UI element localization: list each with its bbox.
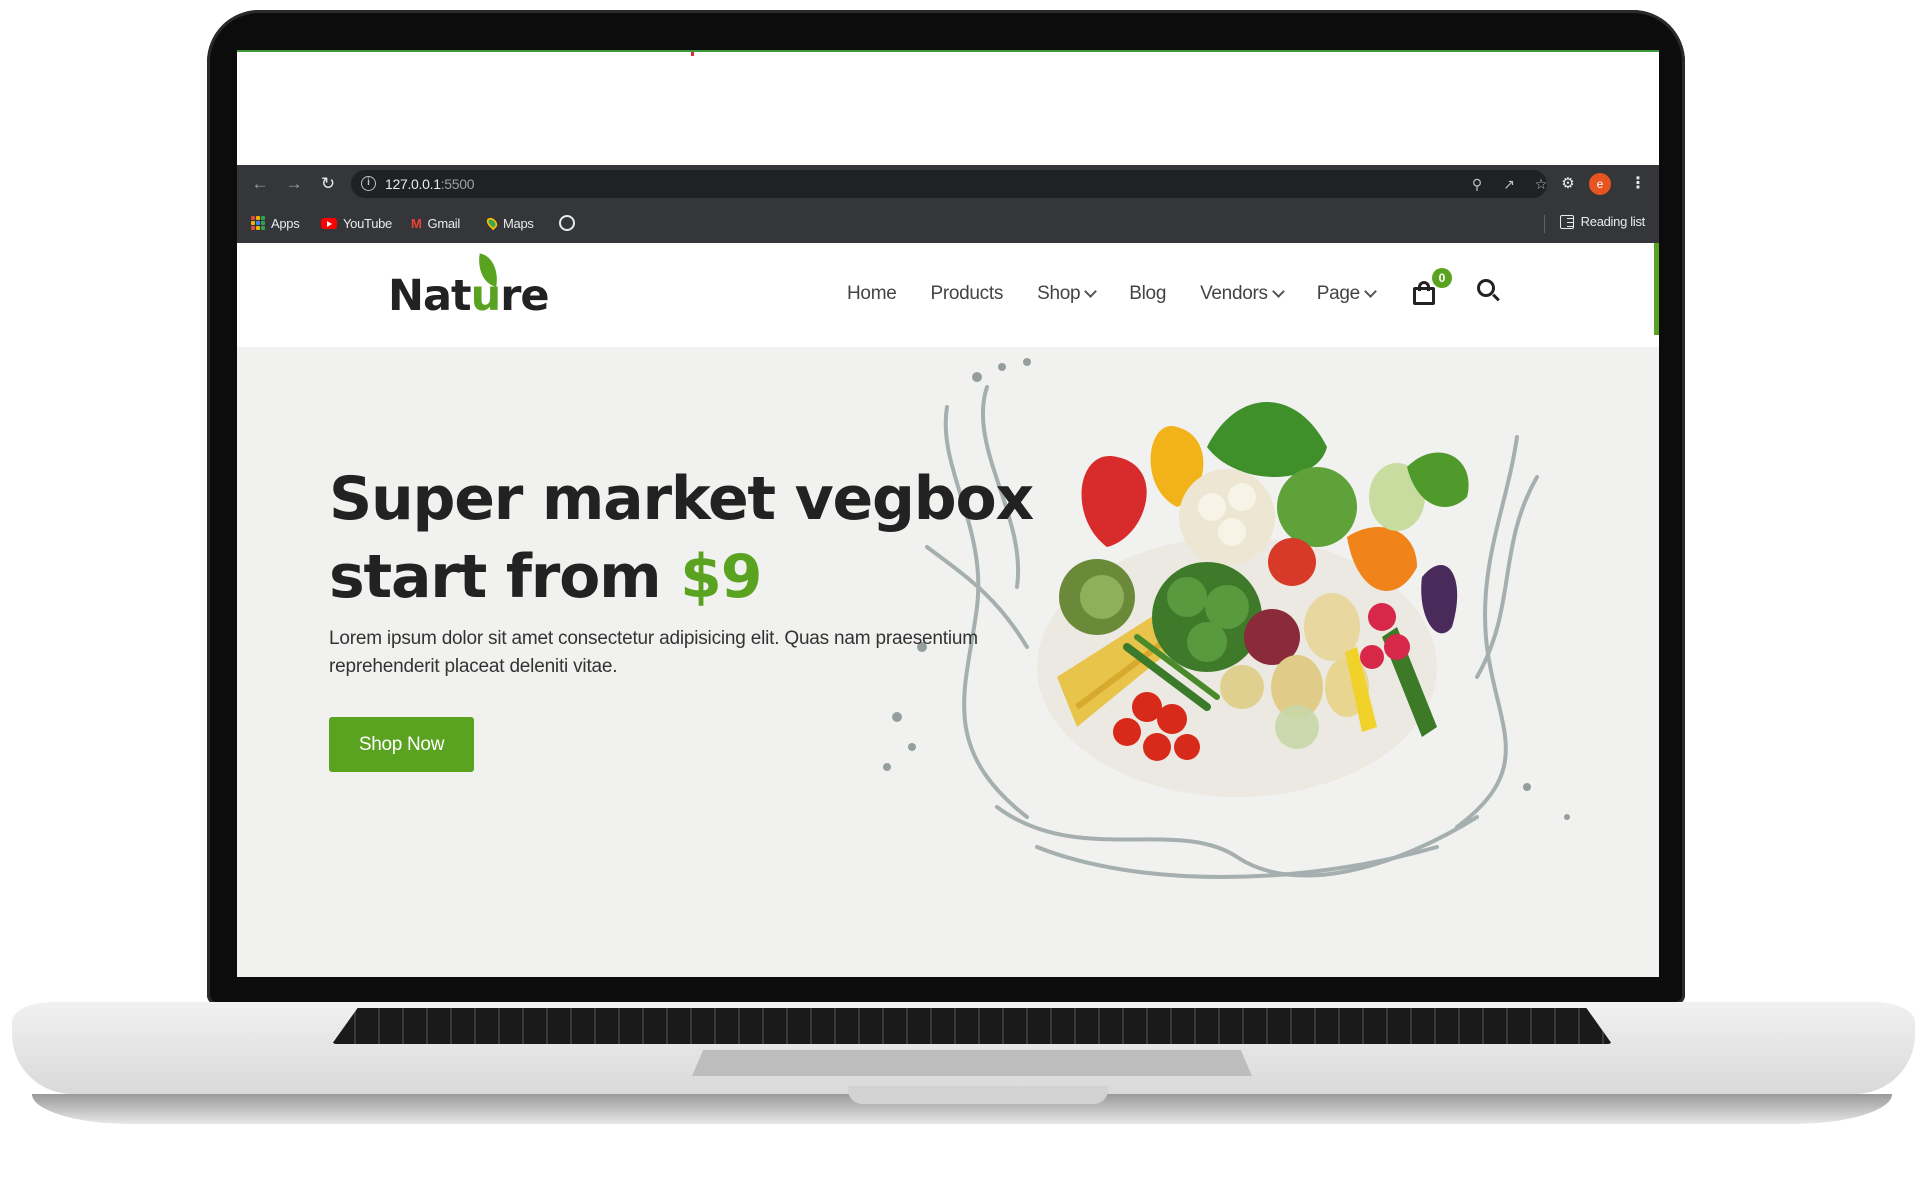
bookmark-apps[interactable]: Apps: [251, 214, 300, 232]
reload-icon[interactable]: ↻: [317, 173, 339, 195]
bookmark-star-icon[interactable]: ☆: [1531, 174, 1551, 194]
trackpad-edge: [692, 1050, 1252, 1076]
bookmarks-divider: [1544, 215, 1545, 233]
cart-count-badge: 0: [1432, 268, 1452, 288]
logo-text-highlight: u: [470, 271, 502, 321]
bookmark-label: Maps: [503, 215, 534, 231]
hero-headline-text: start from: [329, 542, 681, 612]
bookmark-maps[interactable]: Maps: [484, 214, 534, 232]
bag-body: [1413, 287, 1435, 305]
hero-headline-line2: start from $9: [329, 538, 1033, 616]
site-header: Nature Home Products Shop Blog Vendors P…: [237, 243, 1659, 347]
browser-toolbar: ← → ↻ i 127.0.0.1:5500 ⚲ ↗ ☆ ⚙ e ⋮: [237, 165, 1659, 203]
laptop-screen: ← → ↻ i 127.0.0.1:5500 ⚲ ↗ ☆ ⚙ e ⋮ Apps: [237, 50, 1659, 977]
red-dot: [691, 52, 694, 56]
maps-pin-icon: [484, 215, 500, 231]
youtube-icon: [321, 217, 337, 229]
bookmark-globe[interactable]: [559, 214, 575, 232]
hero-price: $9: [680, 542, 762, 612]
chevron-down-icon: [1084, 284, 1098, 298]
reading-list-icon: [1559, 214, 1574, 229]
hero-section: Super market vegbox start from $9 Lorem …: [237, 347, 1659, 977]
share-icon[interactable]: ↗: [1499, 174, 1519, 194]
chevron-down-icon: [1271, 284, 1285, 298]
browser-chrome: ← → ↻ i 127.0.0.1:5500 ⚲ ↗ ☆ ⚙ e ⋮ Apps: [237, 165, 1659, 243]
laptop-base: [12, 1002, 1915, 1134]
logo-text-end: re: [500, 271, 549, 321]
hero-description: Lorem ipsum dolor sit amet consectetur a…: [329, 628, 978, 677]
nav-page[interactable]: Page: [1316, 283, 1377, 305]
nav-label: Blog: [1129, 283, 1167, 304]
nav-blog[interactable]: Blog: [1129, 283, 1166, 305]
browser-menu-icon[interactable]: ⋮: [1630, 173, 1646, 195]
gmail-icon: M: [411, 215, 422, 231]
nav-products[interactable]: Products: [930, 283, 1003, 305]
logo-text-start: Nat: [388, 271, 472, 321]
nav-home[interactable]: Home: [847, 283, 897, 305]
forward-arrow-icon[interactable]: →: [283, 173, 305, 195]
bookmarks-bar: Apps YouTube M Gmail Maps Reading list: [237, 205, 1659, 241]
hero-headline: Super market vegbox start from $9: [329, 460, 1034, 616]
apps-grid-icon: [251, 216, 265, 230]
nav-vendors[interactable]: Vendors: [1200, 283, 1285, 305]
nav-label: Shop: [1037, 283, 1081, 304]
nav-label: Products: [930, 283, 1004, 304]
shopping-bag-icon[interactable]: [1413, 281, 1435, 305]
nav-label: Vendors: [1200, 283, 1268, 304]
nav-label: Home: [847, 283, 897, 304]
nav-label: Page: [1316, 283, 1360, 304]
profile-avatar[interactable]: e: [1589, 173, 1611, 195]
bookmark-label: Gmail: [427, 215, 461, 231]
back-arrow-icon[interactable]: ←: [249, 173, 271, 195]
search-icon[interactable]: [1477, 279, 1501, 305]
globe-icon: [559, 215, 575, 231]
site-info-icon[interactable]: i: [361, 176, 376, 191]
lid-notch: [848, 1086, 1108, 1104]
hero-headline-line1: Super market vegbox: [329, 464, 1034, 534]
url-port: :5500: [440, 176, 475, 192]
page-scrollbar[interactable]: [1654, 243, 1659, 335]
extensions-puzzle-icon[interactable]: ⚙: [1558, 174, 1578, 194]
bookmark-youtube[interactable]: YouTube: [321, 214, 392, 232]
main-nav: Home Products Shop Blog Vendors Page: [847, 283, 1409, 305]
bookmark-label: YouTube: [343, 215, 392, 231]
chevron-down-icon: [1364, 284, 1377, 298]
keyboard: [332, 1008, 1612, 1044]
url-host: 127.0.0.1: [385, 176, 441, 192]
reading-list-label: Reading list: [1580, 214, 1646, 229]
nav-shop[interactable]: Shop: [1037, 283, 1098, 305]
url-text[interactable]: 127.0.0.1:5500: [385, 176, 475, 192]
search-handle: [1492, 293, 1500, 302]
page-load-line: [237, 50, 1659, 52]
site-logo[interactable]: Nature: [388, 271, 550, 321]
zoom-icon[interactable]: ⚲: [1467, 174, 1487, 194]
bookmark-gmail[interactable]: M Gmail: [411, 214, 460, 232]
address-bar[interactable]: i 127.0.0.1:5500 ⚲ ↗ ☆: [351, 170, 1547, 198]
bookmark-label: Apps: [271, 215, 300, 231]
laptop-mockup: ← → ↻ i 127.0.0.1:5500 ⚲ ↗ ☆ ⚙ e ⋮ Apps: [0, 0, 1927, 1189]
reading-list-button[interactable]: Reading list: [1559, 214, 1646, 229]
shop-now-button[interactable]: Shop Now: [329, 717, 474, 772]
